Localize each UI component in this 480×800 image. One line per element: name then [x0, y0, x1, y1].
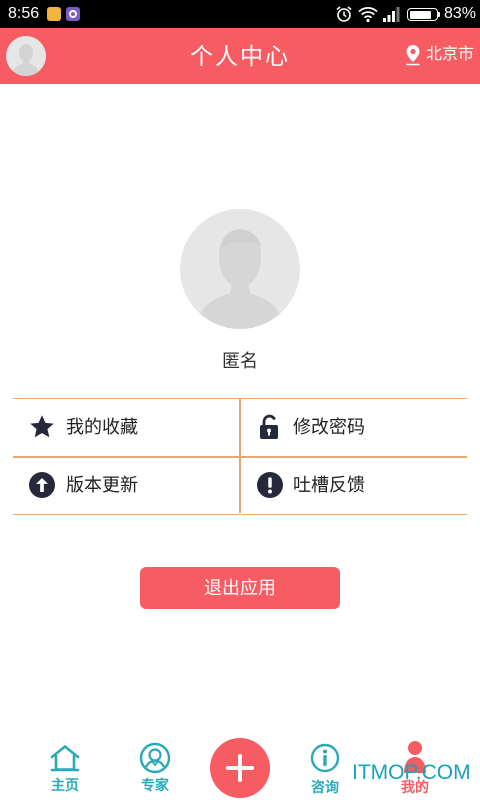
logout-button[interactable]: 退出应用 — [140, 567, 340, 609]
menu-item-label: 我的收藏 — [66, 417, 138, 437]
expert-icon[interactable] — [139, 742, 171, 774]
exclamation-circle-icon — [257, 472, 283, 498]
location-label[interactable]: 北京市 — [426, 45, 474, 65]
app-header: 个人中心 北京市 — [0, 28, 480, 84]
menu-item-feedback[interactable]: 吐槽反馈 — [240, 457, 467, 514]
wifi-icon — [358, 7, 378, 23]
profile-avatar[interactable] — [180, 209, 300, 329]
menu-item-label: 版本更新 — [66, 475, 138, 495]
user-icon[interactable] — [403, 740, 427, 774]
status-time: 8:56 — [8, 5, 40, 22]
signal-icon — [383, 7, 400, 22]
star-icon — [30, 415, 54, 438]
profile-name: 匿名 — [222, 351, 258, 371]
nav-item-me[interactable]: 我的 — [385, 778, 445, 796]
app-notification-icon — [47, 7, 61, 21]
menu-item-favorites[interactable]: 我的收藏 — [13, 399, 240, 456]
add-button[interactable] — [210, 738, 270, 798]
menu-item-version-update[interactable]: 版本更新 — [13, 457, 240, 514]
menu-item-label: 修改密码 — [293, 417, 365, 437]
status-bar: 8:56 83% — [0, 0, 480, 28]
menu-grid: 我的收藏 修改密码 版本更新 吐槽反馈 — [13, 398, 467, 515]
screen: 8:56 83% 个人中心 北京市 匿名 我的收藏 修改密码 版本更新 吐槽反馈… — [0, 0, 480, 800]
avatar-placeholder-icon — [196, 229, 284, 329]
unlock-icon — [260, 414, 278, 439]
app-notification-icon — [66, 7, 80, 21]
nav-item-expert[interactable]: 专家 — [125, 776, 185, 794]
battery-icon — [407, 8, 438, 21]
info-icon[interactable] — [310, 743, 340, 773]
menu-item-label: 吐槽反馈 — [293, 475, 365, 495]
alarm-icon — [336, 6, 352, 22]
plus-icon — [226, 754, 254, 782]
location-pin-icon[interactable] — [405, 44, 421, 66]
nav-item-home[interactable]: 主页 — [35, 776, 95, 794]
home-icon[interactable] — [50, 744, 80, 772]
menu-item-change-password[interactable]: 修改密码 — [240, 399, 467, 456]
battery-tip — [438, 12, 440, 17]
battery-percent: 83% — [444, 5, 477, 22]
arrow-up-circle-icon — [29, 472, 55, 498]
nav-item-consult[interactable]: 咨询 — [295, 778, 355, 796]
